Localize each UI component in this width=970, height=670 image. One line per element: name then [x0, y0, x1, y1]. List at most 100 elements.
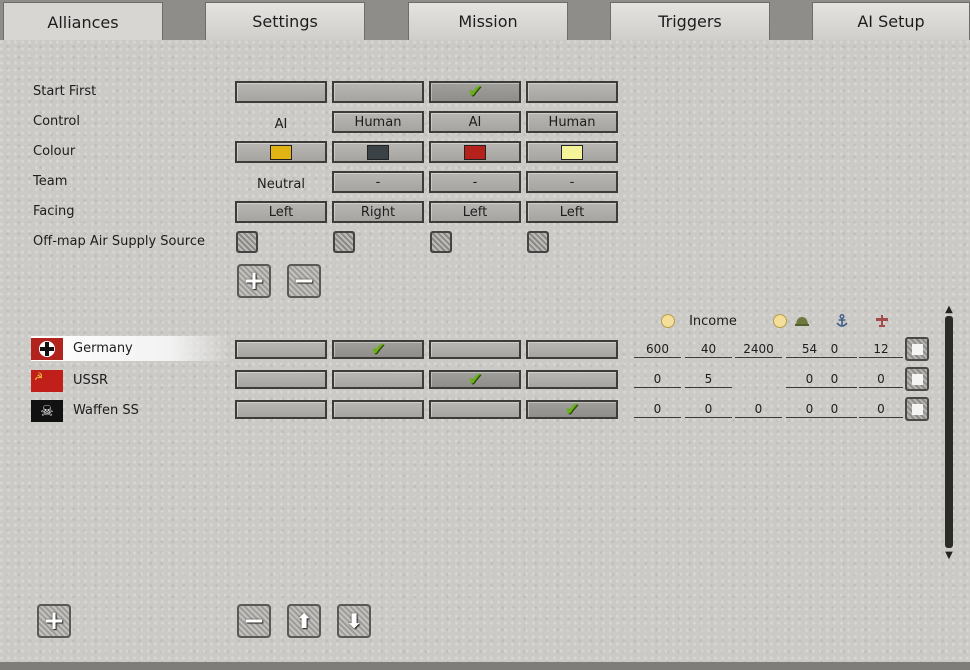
waffen-ss-income-2[interactable]: 0 [685, 400, 732, 418]
waffen-ss-alliance-1[interactable] [235, 400, 327, 419]
add-faction-button[interactable]: + [37, 604, 71, 638]
colour-swatch [367, 144, 389, 160]
remove-faction-button[interactable]: − [237, 604, 271, 638]
minus-icon: − [243, 606, 265, 636]
coin-icon [661, 314, 675, 328]
tab-alliances[interactable]: Alliances [3, 2, 163, 42]
checkmark-icon: ✔ [467, 368, 483, 390]
air-supply-toggle-1[interactable] [236, 231, 258, 253]
arrow-up-icon: ⬆ [295, 609, 313, 633]
faction-name: Waffen SS [73, 403, 139, 418]
control-value-1: AI [274, 116, 288, 132]
move-up-button[interactable]: ⬆ [287, 604, 321, 638]
scroll-up-arrow-icon[interactable]: ▲ [941, 302, 957, 316]
team-button-2[interactable]: - [332, 171, 424, 193]
waffen-ss-air[interactable]: 0 [859, 400, 903, 418]
faction-row-waffen-ss[interactable]: ☠ Waffen SS [31, 398, 231, 423]
waffen-ss-alliance-4[interactable]: ✔ [526, 400, 618, 419]
colour-swatch [270, 144, 292, 160]
colour-label: Colour [33, 144, 76, 159]
anchor-icon [834, 313, 850, 329]
checkmark-icon: ✔ [370, 338, 386, 360]
minus-icon: − [293, 266, 315, 296]
germany-naval[interactable]: 0 [812, 340, 857, 358]
waffen-ss-income[interactable]: 0 [634, 400, 681, 418]
ussr-naval[interactable]: 0 [812, 370, 857, 388]
ussr-alliance-1[interactable] [235, 370, 327, 389]
germany-alliance-4[interactable] [526, 340, 618, 359]
faction-row-germany[interactable]: Germany [31, 336, 231, 361]
faction-list-scrollbar[interactable]: ▲ ▼ [941, 302, 957, 562]
checkmark-icon: ✔ [467, 81, 483, 102]
start-first-button-1[interactable] [235, 81, 327, 103]
colour-button-1[interactable] [235, 141, 327, 163]
scrollbar-track[interactable] [945, 316, 953, 548]
coin-icon [773, 314, 787, 328]
plus-icon: + [43, 606, 65, 636]
waffen-ss-options-button[interactable] [905, 397, 929, 421]
facing-button-2[interactable]: Right [332, 201, 424, 223]
ussr-alliance-2[interactable] [332, 370, 424, 389]
tab-settings[interactable]: Settings [205, 2, 365, 40]
colour-swatch [464, 144, 486, 160]
ussr-alliance-3[interactable]: ✔ [429, 370, 521, 389]
air-supply-toggle-3[interactable] [430, 231, 452, 253]
tab-ai-setup[interactable]: AI Setup [812, 2, 970, 40]
germany-alliance-3[interactable] [429, 340, 521, 359]
germany-alliance-2[interactable]: ✔ [332, 340, 424, 359]
add-alliance-button[interactable]: + [237, 264, 271, 298]
ussr-options-button[interactable] [905, 367, 929, 391]
tab-mission[interactable]: Mission [408, 2, 568, 40]
hammer-sickle-flag-icon: ☭ [31, 369, 63, 392]
colour-swatch [561, 144, 583, 160]
arrow-down-icon: ⬇ [345, 609, 363, 633]
start-first-button-3[interactable]: ✔ [429, 81, 521, 103]
control-label: Control [33, 114, 80, 129]
facing-button-1[interactable]: Left [235, 201, 327, 223]
team-value-1: Neutral [257, 176, 305, 192]
team-label: Team [33, 174, 68, 189]
germany-income-2[interactable]: 40 [685, 340, 732, 358]
waffen-ss-prestige[interactable]: 0 [735, 400, 782, 418]
start-first-button-2[interactable] [332, 81, 424, 103]
germany-air[interactable]: 12 [859, 340, 903, 358]
ussr-income-2[interactable]: 5 [685, 370, 732, 388]
move-down-button[interactable]: ⬇ [337, 604, 371, 638]
control-button-2[interactable]: Human [332, 111, 424, 133]
waffen-ss-alliance-2[interactable] [332, 400, 424, 419]
ussr-income[interactable]: 0 [634, 370, 681, 388]
facing-label: Facing [33, 204, 75, 219]
ussr-alliance-4[interactable] [526, 370, 618, 389]
control-button-3[interactable]: AI [429, 111, 521, 133]
start-first-label: Start First [33, 84, 97, 99]
faction-name: USSR [73, 373, 109, 388]
air-supply-label: Off-map Air Supply Source [33, 234, 205, 249]
start-first-button-4[interactable] [526, 81, 618, 103]
team-button-3[interactable]: - [429, 171, 521, 193]
scroll-down-arrow-icon[interactable]: ▼ [941, 548, 957, 562]
facing-button-3[interactable]: Left [429, 201, 521, 223]
waffen-ss-naval[interactable]: 0 [812, 400, 857, 418]
faction-row-ussr[interactable]: ☭ USSR [31, 368, 231, 393]
waffen-ss-alliance-3[interactable] [429, 400, 521, 419]
faction-name: Germany [73, 341, 133, 356]
ussr-air[interactable]: 0 [859, 370, 903, 388]
germany-prestige[interactable]: 2400 [735, 340, 782, 358]
control-button-4[interactable]: Human [526, 111, 618, 133]
tab-bar: Alliances Settings Mission Triggers AI S… [0, 0, 970, 42]
air-supply-toggle-4[interactable] [527, 231, 549, 253]
team-button-4[interactable]: - [526, 171, 618, 193]
bottom-border [0, 662, 970, 670]
helmet-icon [794, 313, 810, 329]
remove-alliance-button[interactable]: − [287, 264, 321, 298]
germany-options-button[interactable] [905, 337, 929, 361]
colour-button-2[interactable] [332, 141, 424, 163]
germany-income[interactable]: 600 [634, 340, 681, 358]
colour-button-3[interactable] [429, 141, 521, 163]
facing-button-4[interactable]: Left [526, 201, 618, 223]
income-header: Income [689, 313, 737, 329]
tab-triggers[interactable]: Triggers [610, 2, 770, 40]
air-supply-toggle-2[interactable] [333, 231, 355, 253]
colour-button-4[interactable] [526, 141, 618, 163]
germany-alliance-1[interactable] [235, 340, 327, 359]
